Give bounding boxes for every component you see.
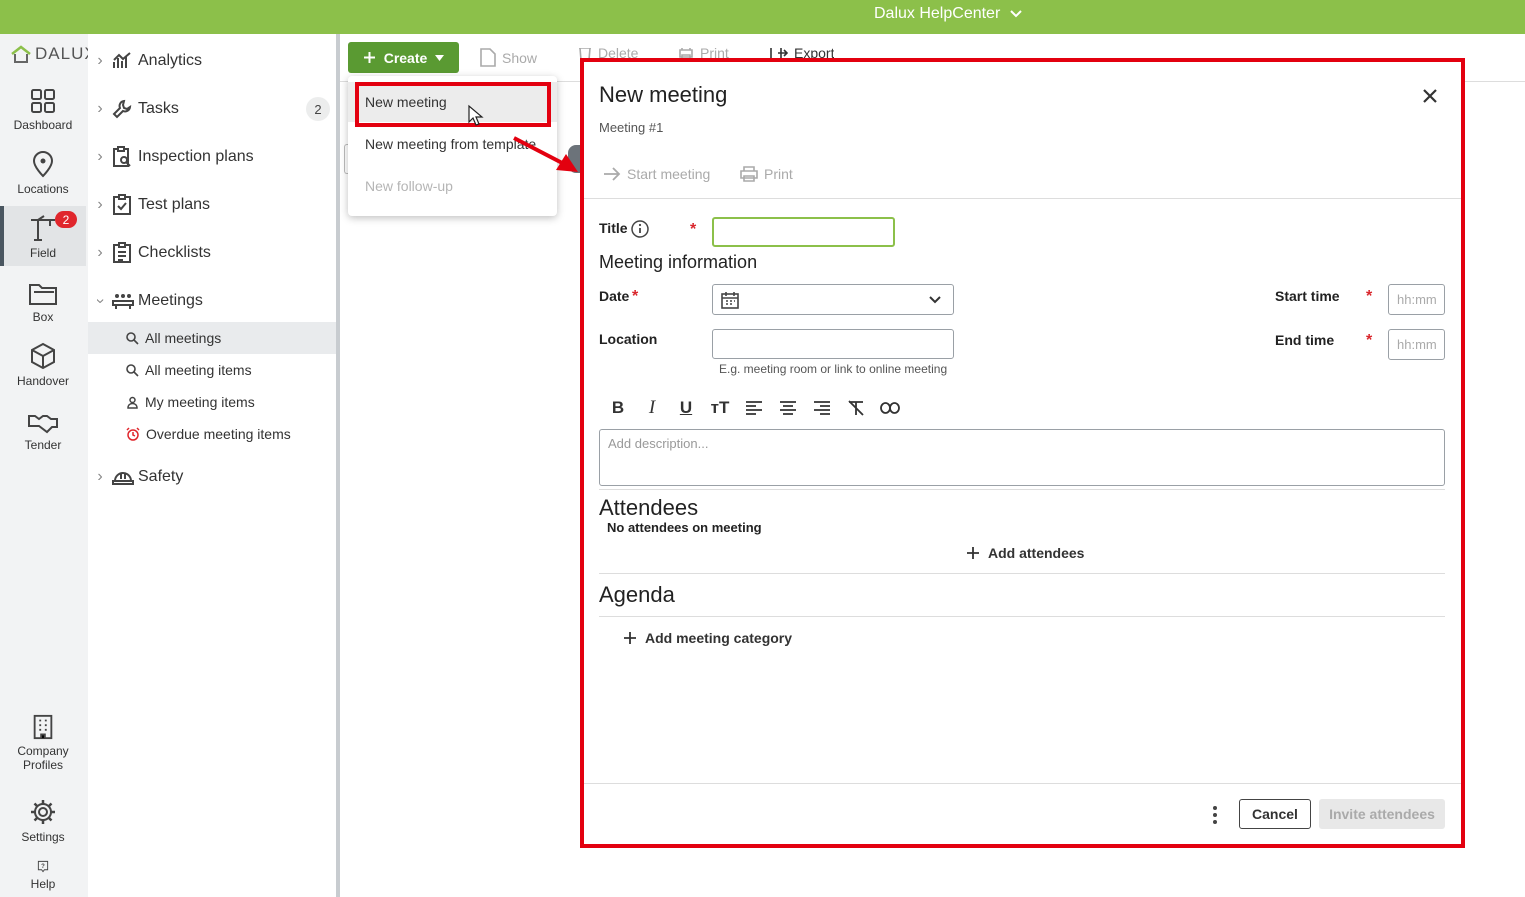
nav-safety[interactable]: › Safety bbox=[88, 461, 336, 493]
company-profiles-label-1: Company bbox=[17, 744, 69, 758]
nav-overdue-meeting-items-label: Overdue meeting items bbox=[146, 426, 291, 442]
rail-handover[interactable]: Handover bbox=[0, 334, 86, 394]
create-button[interactable]: Create bbox=[348, 42, 459, 73]
search-icon bbox=[126, 363, 139, 377]
rail-help-label: Help bbox=[30, 877, 56, 891]
nav-test-plans-label: Test plans bbox=[138, 196, 211, 213]
nav-all-meetings[interactable]: All meetings bbox=[88, 322, 336, 354]
nav-checklists-label: Checklists bbox=[138, 244, 211, 261]
test-plan-icon bbox=[113, 194, 131, 215]
chevron-right-icon: › bbox=[97, 100, 103, 117]
rail-box-label: Box bbox=[32, 310, 54, 324]
search-icon bbox=[126, 331, 139, 345]
analytics-icon bbox=[113, 52, 131, 68]
caret-down-icon bbox=[435, 54, 445, 61]
grid-icon bbox=[31, 89, 55, 113]
nav-all-meeting-items-label: All meeting items bbox=[145, 362, 252, 378]
nav-overdue-meeting-items[interactable]: Overdue meeting items bbox=[88, 418, 336, 450]
svg-text:?: ? bbox=[41, 864, 45, 870]
chevron-right-icon: › bbox=[97, 196, 103, 213]
trash-icon bbox=[579, 48, 591, 58]
nav-analytics[interactable]: › Analytics bbox=[88, 45, 336, 77]
nav-checklists[interactable]: › Checklists bbox=[88, 237, 336, 269]
app-rail: DALUX Dashboard Locations Field 2 Box Ha… bbox=[0, 34, 96, 897]
nav-safety-label: Safety bbox=[138, 468, 184, 485]
cube-icon bbox=[31, 342, 55, 370]
chevron-down-icon: › bbox=[92, 298, 109, 304]
nav-test-plans[interactable]: › Test plans bbox=[88, 189, 336, 221]
delete-button-label: Delete bbox=[598, 48, 639, 58]
export-icon bbox=[770, 48, 788, 58]
highlight-dialog bbox=[580, 58, 1465, 848]
rail-dashboard-label: Dashboard bbox=[13, 118, 73, 132]
company-profiles-label-2: Profiles bbox=[22, 758, 63, 772]
rail-box[interactable]: Box bbox=[0, 270, 86, 330]
dalux-logo[interactable]: DALUX bbox=[10, 44, 97, 64]
helmet-icon bbox=[112, 472, 134, 485]
pin-icon bbox=[32, 151, 54, 178]
helpcenter-title: Dalux HelpCenter bbox=[874, 5, 1001, 22]
nav-tasks[interactable]: › Tasks 2 bbox=[88, 93, 336, 125]
chevron-down-icon bbox=[1010, 10, 1022, 18]
rail-field[interactable]: Field 2 bbox=[0, 206, 86, 266]
nav-tasks-label: Tasks bbox=[138, 100, 179, 117]
create-button-label: Create bbox=[383, 49, 428, 66]
person-icon bbox=[127, 396, 138, 409]
chevron-right-icon: › bbox=[97, 244, 103, 261]
field-badge: 2 bbox=[55, 211, 77, 228]
help-icon: ? bbox=[37, 860, 49, 873]
chevron-right-icon: › bbox=[97, 468, 103, 485]
printer-icon bbox=[679, 48, 693, 58]
building-icon bbox=[33, 714, 53, 740]
checklist-icon bbox=[113, 242, 131, 263]
nav-my-meeting-items[interactable]: My meeting items bbox=[88, 386, 336, 418]
menu-follow-up-label: New follow-up bbox=[365, 178, 453, 194]
rail-tender-label: Tender bbox=[24, 438, 62, 452]
export-button-label: Export bbox=[794, 48, 835, 58]
rail-settings[interactable]: Settings bbox=[0, 790, 86, 850]
nav-all-meeting-items[interactable]: All meeting items bbox=[88, 354, 336, 386]
module-nav: › Analytics › Tasks 2 › Inspection plans… bbox=[88, 34, 336, 897]
crane-icon bbox=[31, 215, 55, 241]
document-icon bbox=[480, 48, 496, 67]
rail-field-label: Field bbox=[29, 246, 56, 260]
print-button[interactable]: Print bbox=[678, 48, 729, 58]
nav-my-meeting-items-label: My meeting items bbox=[145, 394, 255, 410]
nav-inspection-plans-label: Inspection plans bbox=[138, 148, 254, 165]
handshake-icon bbox=[28, 415, 58, 434]
rail-settings-label: Settings bbox=[21, 830, 65, 844]
rail-handover-label: Handover bbox=[16, 374, 70, 388]
folder-icon bbox=[29, 284, 57, 305]
top-bar: Dalux HelpCenter bbox=[0, 0, 1525, 34]
annotation-arrow bbox=[468, 104, 578, 172]
rail-tender[interactable]: Tender bbox=[0, 398, 86, 458]
nav-inspection-plans[interactable]: › Inspection plans bbox=[88, 141, 336, 173]
nav-meetings-label: Meetings bbox=[138, 292, 203, 309]
inspection-icon bbox=[113, 146, 131, 167]
panel-splitter[interactable] bbox=[336, 34, 340, 897]
show-button[interactable]: Show bbox=[480, 48, 537, 67]
rail-company-profiles[interactable]: Company Profiles bbox=[0, 714, 86, 778]
rail-dashboard[interactable]: Dashboard bbox=[0, 78, 86, 138]
print-button-label: Print bbox=[700, 48, 729, 58]
helpcenter-dropdown[interactable]: Dalux HelpCenter bbox=[874, 5, 1022, 23]
wrench-icon bbox=[112, 99, 132, 119]
nav-analytics-label: Analytics bbox=[138, 52, 203, 69]
show-button-label: Show bbox=[502, 49, 538, 66]
chevron-right-icon: › bbox=[97, 52, 103, 69]
tasks-count-badge: 2 bbox=[306, 97, 330, 121]
meetings-icon bbox=[112, 294, 134, 309]
chevron-right-icon: › bbox=[97, 148, 103, 165]
nav-meetings[interactable]: › Meetings bbox=[88, 285, 336, 317]
delete-button[interactable]: Delete bbox=[578, 48, 638, 58]
rail-help[interactable]: ? Help bbox=[0, 854, 86, 897]
alarm-clock-icon bbox=[126, 427, 140, 441]
export-button[interactable]: Export bbox=[770, 48, 834, 58]
rail-locations[interactable]: Locations bbox=[0, 142, 86, 202]
plus-icon bbox=[363, 52, 375, 63]
house-icon bbox=[11, 45, 31, 63]
nav-all-meetings-label: All meetings bbox=[145, 330, 222, 346]
rail-locations-label: Locations bbox=[17, 182, 69, 196]
gear-icon bbox=[31, 800, 55, 824]
